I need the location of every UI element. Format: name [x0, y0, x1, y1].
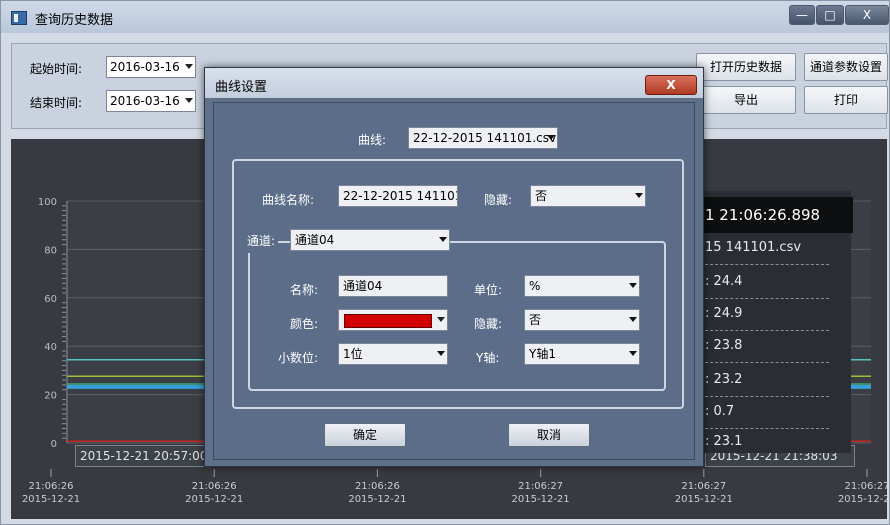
channel-legend-label: 通道:: [247, 234, 276, 248]
x-tick-date: 2015-12-21: [675, 494, 733, 505]
curve-label: 曲线:: [358, 133, 387, 147]
curve-hide-label: 隐藏:: [484, 193, 513, 207]
dialog-close-button[interactable]: X: [645, 75, 697, 95]
chevron-down-icon: [629, 283, 637, 288]
info-row: : 24.9: [705, 301, 829, 331]
channel-params-button[interactable]: 通道参数设置: [804, 53, 888, 81]
end-time-label: 结束时间:: [30, 96, 83, 110]
y-tick-label: 100: [38, 197, 57, 208]
dialog-titlebar: 曲线设置 X: [205, 68, 703, 98]
info-row: : 24.4: [705, 269, 829, 299]
y-tick-label: 40: [44, 342, 57, 353]
chevron-down-icon: [635, 193, 643, 198]
x-axis: 21:06:26 2015-12-21 21:06:26 2015-12-21 21:0…: [22, 469, 887, 505]
curve-select-value: 22-12-2015 141101.csv: [413, 131, 557, 145]
curve-hide-select[interactable]: 否: [530, 185, 646, 207]
export-button[interactable]: 导出: [696, 86, 796, 114]
app-icon: [11, 11, 27, 25]
range-start: 2015-12-21 20:57:00: [75, 445, 215, 467]
curve-select[interactable]: 22-12-2015 141101.csv: [408, 127, 558, 149]
curve-name-label: 曲线名称:: [262, 193, 315, 207]
decimal-select[interactable]: 1位: [338, 343, 448, 365]
x-tick-date: 2015-12-21: [838, 494, 887, 505]
chevron-down-icon: [439, 237, 447, 242]
open-history-button[interactable]: 打开历史数据: [696, 53, 796, 81]
y-tick-label: 80: [44, 245, 57, 256]
chevron-down-icon: [437, 351, 445, 356]
x-tick-time: 21:06:27: [681, 481, 726, 492]
print-button[interactable]: 打印: [804, 86, 888, 114]
unit-value: %: [529, 279, 541, 293]
channel-select[interactable]: 通道04: [290, 229, 450, 251]
unit-select[interactable]: %: [524, 275, 640, 297]
x-tick-date: 2015-12-21: [185, 494, 243, 505]
dialog-title: 曲线设置: [215, 80, 268, 95]
yaxis-value: Y轴1: [529, 347, 556, 361]
info-row: : 23.2: [705, 367, 829, 397]
x-tick-date: 2015-12-21: [512, 494, 570, 505]
name-input[interactable]: 通道04: [338, 275, 448, 297]
chevron-down-icon: [185, 64, 193, 69]
channel-hide-label: 隐藏:: [474, 317, 503, 331]
decimal-value: 1位: [343, 347, 363, 361]
x-tick-date: 2015-12-21: [348, 494, 406, 505]
minimize-button[interactable]: —: [789, 5, 815, 25]
dialog-body: 曲线: 22-12-2015 141101.csv 曲线名称: 22-12-20…: [213, 102, 695, 460]
title-bar: 查询历史数据 — □ X: [1, 1, 889, 33]
chevron-down-icon: [547, 135, 555, 140]
color-label: 颜色:: [290, 317, 319, 331]
yaxis-select[interactable]: Y轴1: [524, 343, 640, 365]
decimal-label: 小数位:: [278, 351, 319, 365]
channel-legend: 通道:: [244, 229, 279, 253]
chevron-down-icon: [185, 98, 193, 103]
x-tick-time: 21:06:26: [355, 481, 400, 492]
info-row: 15 141101.csv: [705, 235, 829, 265]
info-row: : 0.7: [705, 399, 829, 429]
channel-hide-value: 否: [529, 313, 542, 327]
name-label: 名称:: [290, 283, 319, 297]
cancel-button[interactable]: 取消: [508, 423, 590, 447]
y-tick-label: 60: [44, 294, 57, 305]
maximize-button[interactable]: □: [816, 5, 844, 25]
end-date-select[interactable]: 2016-03-16: [106, 90, 196, 112]
ok-button[interactable]: 确定: [324, 423, 406, 447]
x-tick-time: 21:06:26: [29, 481, 74, 492]
window-title: 查询历史数据: [35, 13, 114, 28]
x-tick-time: 21:06:26: [192, 481, 237, 492]
start-date-value: 2016-03-16: [110, 60, 180, 74]
start-time-label: 起始时间:: [30, 62, 83, 76]
start-date-select[interactable]: 2016-03-16: [106, 56, 196, 78]
chevron-down-icon: [629, 351, 637, 356]
channel-select-value: 通道04: [295, 233, 335, 247]
color-swatch: [344, 314, 432, 328]
color-picker[interactable]: [338, 309, 448, 331]
x-tick-time: 21:06:27: [845, 481, 887, 492]
y-tick-label: 0: [51, 439, 57, 450]
channel-hide-select[interactable]: 否: [524, 309, 640, 331]
y-tick-label: 20: [44, 391, 57, 402]
info-row: : 23.8: [705, 333, 829, 363]
chevron-down-icon: [629, 317, 637, 322]
yaxis-label: Y轴:: [476, 351, 500, 365]
unit-label: 单位:: [474, 283, 503, 297]
curve-name-input[interactable]: 22-12-2015 141101.: [338, 185, 458, 207]
chevron-down-icon: [437, 317, 445, 322]
y-axis: 100 80 60 40 20 0: [38, 197, 68, 450]
close-window-button[interactable]: X: [845, 5, 889, 25]
x-tick-date: 2015-12-21: [22, 494, 80, 505]
end-date-value: 2016-03-16: [110, 94, 180, 108]
curve-settings-dialog: 曲线设置 X 曲线: 22-12-2015 141101.csv 曲线名称: 2…: [204, 67, 704, 467]
cursor-time: 1 21:06:26.898: [701, 197, 853, 233]
x-tick-time: 21:06:27: [518, 481, 563, 492]
curve-hide-value: 否: [535, 189, 548, 203]
info-row: : 23.1: [705, 434, 743, 447]
